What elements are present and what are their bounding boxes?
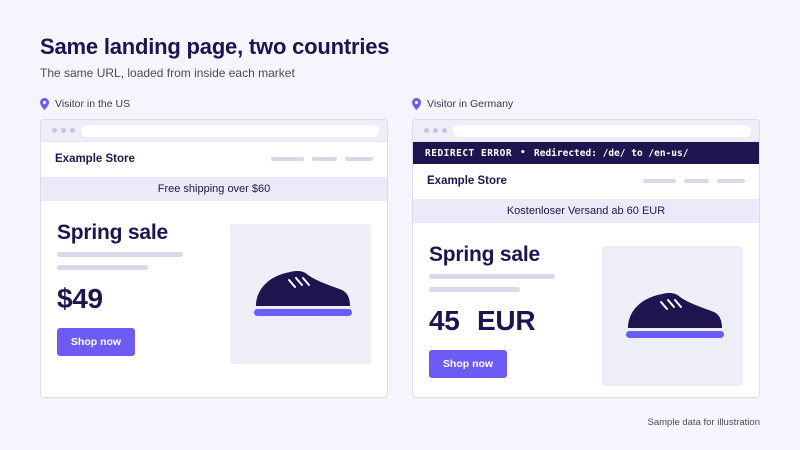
text-placeholder-line xyxy=(429,274,555,279)
redirect-separator: • xyxy=(520,148,526,158)
page-subtitle: The same URL, loaded from inside each ma… xyxy=(40,66,295,80)
redirect-detail: Redirected: /de/ to /en-us/ xyxy=(534,147,689,159)
nav-link-placeholder[interactable] xyxy=(271,157,304,161)
visitor-label-text: Visitor in the US xyxy=(55,98,131,110)
text-placeholder-line xyxy=(429,287,520,292)
visitor-label-us: Visitor in the US xyxy=(40,97,130,111)
nav-link-placeholder[interactable] xyxy=(717,179,745,183)
shoe-icon xyxy=(626,293,724,338)
browser-chrome xyxy=(41,120,387,142)
nav-link-placeholder[interactable] xyxy=(643,179,676,183)
store-navbar: Example Store xyxy=(41,142,387,177)
nav-link-placeholder[interactable] xyxy=(312,157,337,161)
window-controls xyxy=(52,128,75,133)
sale-headline: Spring sale xyxy=(57,221,169,244)
map-pin-icon xyxy=(412,98,421,110)
map-pin-icon xyxy=(40,98,49,110)
product-price: $49 xyxy=(57,283,103,314)
url-bar[interactable] xyxy=(81,125,379,137)
sale-headline: Spring sale xyxy=(429,243,541,266)
hero-section: Spring sale $49 Shop now xyxy=(41,201,387,397)
url-bar[interactable] xyxy=(453,125,751,137)
text-placeholder-line xyxy=(57,252,183,257)
footnote: Sample data for illustration xyxy=(647,417,760,428)
browser-window-us: Example Store Free shipping over $60 Spr… xyxy=(40,119,388,398)
text-placeholder-line xyxy=(57,265,148,270)
product-image[interactable] xyxy=(230,224,371,364)
nav-link-placeholder[interactable] xyxy=(684,179,709,183)
window-dot[interactable] xyxy=(433,128,438,133)
hero-section: Spring sale 45 EUR Shop now xyxy=(413,223,759,397)
window-dot[interactable] xyxy=(70,128,75,133)
page-title: Same landing page, two countries xyxy=(40,34,390,59)
window-dot[interactable] xyxy=(61,128,66,133)
window-dot[interactable] xyxy=(52,128,57,133)
shoe-icon xyxy=(254,271,352,316)
shop-now-button[interactable]: Shop now xyxy=(57,328,135,356)
redirect-error-bar: REDIRECT ERROR • Redirected: /de/ to /en… xyxy=(413,142,759,164)
window-dot[interactable] xyxy=(424,128,429,133)
browser-window-de: REDIRECT ERROR • Redirected: /de/ to /en… xyxy=(412,119,760,398)
browser-chrome xyxy=(413,120,759,142)
shop-now-button[interactable]: Shop now xyxy=(429,350,507,378)
shipping-banner: Kostenloser Versand ab 60 EUR xyxy=(413,199,759,223)
shipping-banner: Free shipping over $60 xyxy=(41,177,387,201)
window-dot[interactable] xyxy=(442,128,447,133)
window-controls xyxy=(424,128,447,133)
redirect-error-label: REDIRECT ERROR xyxy=(425,147,513,159)
product-image[interactable] xyxy=(602,246,743,386)
nav-links xyxy=(643,179,745,183)
visitor-label-text: Visitor in Germany xyxy=(427,98,514,110)
product-price: 45 EUR xyxy=(429,305,536,336)
store-name[interactable]: Example Store xyxy=(427,175,507,187)
store-navbar: Example Store xyxy=(413,164,759,199)
nav-link-placeholder[interactable] xyxy=(345,157,373,161)
store-name[interactable]: Example Store xyxy=(55,153,135,165)
nav-links xyxy=(271,157,373,161)
visitor-label-de: Visitor in Germany xyxy=(412,97,513,111)
